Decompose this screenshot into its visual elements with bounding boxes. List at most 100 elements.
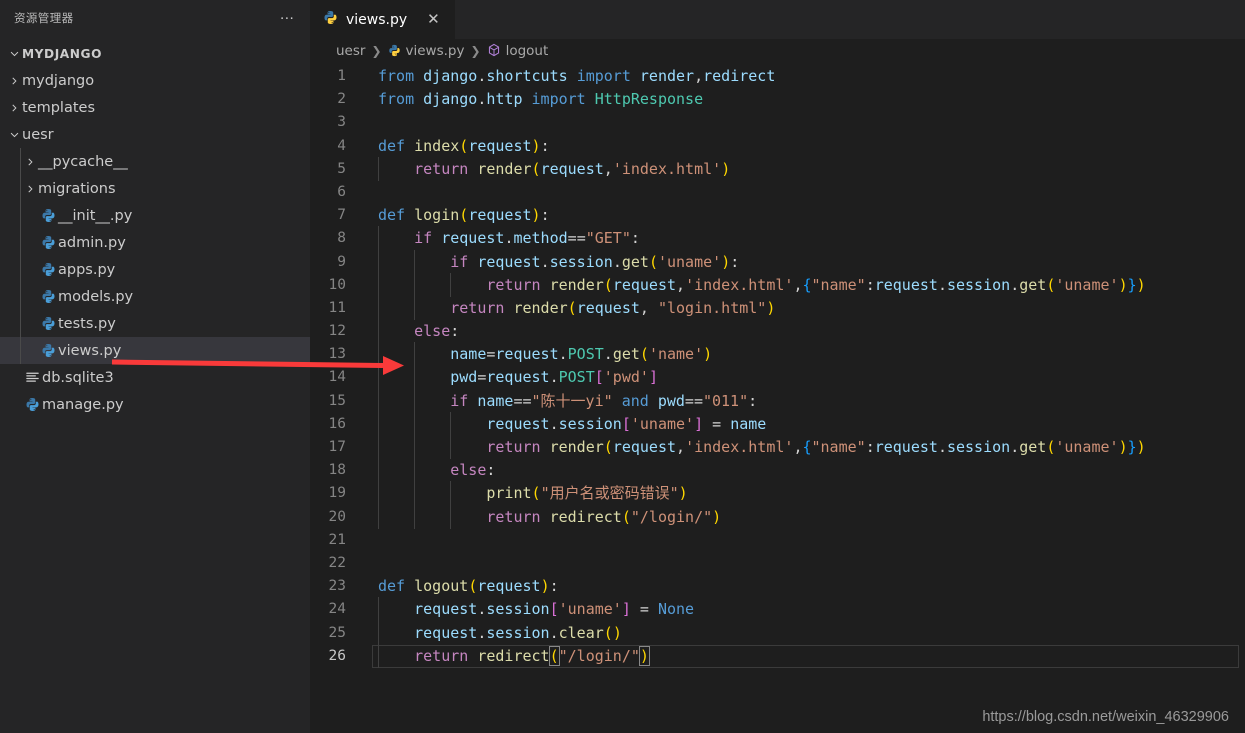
tree-item-apps-py[interactable]: apps.py: [0, 256, 310, 283]
indent-guide: [414, 295, 416, 320]
indent-guide: [450, 435, 452, 459]
editor-tab-bar: views.py ✕: [310, 0, 1245, 39]
chevron-right-icon[interactable]: [6, 76, 22, 86]
tree-item-pycache[interactable]: __pycache__: [0, 148, 310, 175]
indent-guide: [378, 365, 379, 390]
code-line[interactable]: 6: [310, 181, 1245, 204]
tree-item-templates[interactable]: templates: [0, 94, 310, 121]
line-number: 1: [337, 68, 346, 84]
code-line-text: def login(request):: [378, 206, 550, 225]
code-line[interactable]: 16 request.session['uname'] = name: [310, 411, 1245, 436]
database-file-icon: [22, 370, 42, 385]
tree-item-manage-py[interactable]: manage.py: [0, 391, 310, 418]
code-line-text: request.session['uname'] = name: [366, 411, 766, 436]
line-number: 21: [328, 531, 346, 548]
chevron-right-icon[interactable]: [6, 103, 22, 113]
code-line[interactable]: 15 if name=="陈十一yi" and pwd=="011":: [310, 388, 1245, 413]
code-line[interactable]: 21: [310, 529, 1245, 552]
line-number: 23: [328, 578, 346, 595]
explorer-more-actions-icon[interactable]: …: [279, 7, 296, 25]
code-line[interactable]: 20 return redirect("/login/"): [310, 504, 1245, 529]
python-file-icon: [38, 235, 58, 250]
code-line-text: def logout(request):: [378, 577, 559, 596]
code-line[interactable]: 19 print("用户名或密码错误"): [310, 481, 1245, 506]
close-icon[interactable]: ✕: [427, 12, 440, 27]
indent-guide: [450, 481, 452, 506]
code-line[interactable]: 24 request.session['uname'] = None: [310, 597, 1245, 622]
tree-item-label: __init__.py: [58, 207, 133, 224]
chevron-down-icon[interactable]: [6, 129, 22, 140]
breadcrumb-file-label: views.py: [405, 43, 465, 59]
code-line[interactable]: 11 return render(request, "login.html"): [310, 295, 1245, 320]
indent-guide: [414, 388, 416, 413]
python-file-icon: [388, 43, 401, 59]
indent-guide: [450, 504, 452, 529]
tree-item-init-py[interactable]: __init__.py: [0, 202, 310, 229]
code-line-text: from django.shortcuts import render,redi…: [378, 67, 776, 85]
line-number: 25: [328, 624, 346, 641]
code-line[interactable]: 22: [310, 552, 1245, 575]
tree-item-models-py[interactable]: models.py: [0, 283, 310, 310]
tab-views-py[interactable]: views.py ✕: [310, 0, 455, 39]
tree-item-views-py[interactable]: views.py: [0, 337, 310, 364]
chevron-right-icon[interactable]: [22, 157, 38, 167]
code-line[interactable]: 2 from django.http import HttpResponse: [310, 88, 1245, 111]
code-line-text: request.session.clear(): [366, 620, 622, 645]
breadcrumb-item-symbol[interactable]: logout: [487, 43, 549, 59]
code-line-text: if request.session.get('uname'):: [366, 249, 739, 274]
breadcrumb-item-folder[interactable]: uesr: [336, 43, 365, 59]
line-number: 22: [328, 554, 346, 571]
breadcrumb-symbol-label: logout: [505, 43, 549, 59]
indent-guide: [378, 458, 379, 483]
tree-item-tests-py[interactable]: tests.py: [0, 310, 310, 337]
code-line[interactable]: 8 if request.method=="GET":: [310, 226, 1245, 251]
indent-guide: [378, 226, 379, 251]
tree-item-db-sqlite3[interactable]: db.sqlite3: [0, 364, 310, 391]
indent-guide: [378, 156, 379, 181]
code-line[interactable]: 1 from django.shortcuts import render,red…: [310, 65, 1245, 88]
code-line[interactable]: 5 return render(request,'index.html'): [310, 156, 1245, 181]
code-line[interactable]: 26 return redirect("/login/"): [310, 643, 1245, 669]
line-number: 12: [328, 323, 346, 340]
indent-guide: [378, 342, 379, 367]
tree-root-label: MYDJANGO: [22, 46, 103, 61]
code-line[interactable]: 13 name=request.POST.get('name'): [310, 342, 1245, 367]
code-editor[interactable]: 1 from django.shortcuts import render,red…: [310, 63, 1245, 733]
code-line[interactable]: 3: [310, 111, 1245, 134]
line-number: 3: [337, 114, 346, 131]
code-line-text: return redirect("/login/"): [366, 643, 650, 668]
indent-guide: [450, 411, 452, 436]
tree-item-admin-py[interactable]: admin.py: [0, 229, 310, 256]
chevron-down-icon[interactable]: [6, 48, 22, 59]
code-line[interactable]: 25 request.session.clear(): [310, 620, 1245, 645]
tree-indent-guide: [20, 148, 21, 175]
tree-item-label: migrations: [38, 180, 116, 197]
code-line[interactable]: 17 return render(request,'index.html',{"…: [310, 435, 1245, 459]
line-number: 24: [328, 601, 346, 618]
code-line[interactable]: 9 if request.session.get('uname'):: [310, 249, 1245, 274]
indent-guide: [414, 435, 416, 459]
indent-guide: [378, 249, 379, 274]
code-line[interactable]: 18 else:: [310, 458, 1245, 483]
code-line[interactable]: 12 else:: [310, 319, 1245, 344]
code-line[interactable]: 4 def index(request):: [310, 135, 1245, 158]
tree-item-migrations[interactable]: migrations: [0, 175, 310, 202]
code-line-text: return render(request,'index.html'): [366, 156, 730, 181]
breadcrumb-item-file[interactable]: views.py: [388, 43, 465, 59]
breadcrumb: uesr ❯ views.py ❯ logout: [310, 39, 1245, 63]
chevron-right-icon-2: ❯: [470, 44, 481, 58]
tree-item-label: mydjango: [22, 72, 95, 89]
python-file-icon: [38, 343, 58, 358]
code-line[interactable]: 23 def logout(request):: [310, 575, 1245, 598]
indent-guide: [414, 249, 416, 274]
tree-item-label: models.py: [58, 288, 134, 305]
code-line[interactable]: 10 return render(request,'index.html',{"…: [310, 272, 1245, 297]
tree-root-mydjango[interactable]: MYDJANGO: [0, 40, 310, 67]
file-tree: MYDJANGO mydjango templates uesr __pycache_…: [0, 35, 310, 418]
code-line-text: request.session['uname'] = None: [366, 597, 694, 622]
tree-item-uesr[interactable]: uesr: [0, 121, 310, 148]
tree-item-mydjango[interactable]: mydjango: [0, 67, 310, 94]
code-line[interactable]: 7 def login(request):: [310, 204, 1245, 227]
chevron-right-icon[interactable]: [22, 184, 38, 194]
code-line[interactable]: 14 pwd=request.POST['pwd']: [310, 365, 1245, 390]
